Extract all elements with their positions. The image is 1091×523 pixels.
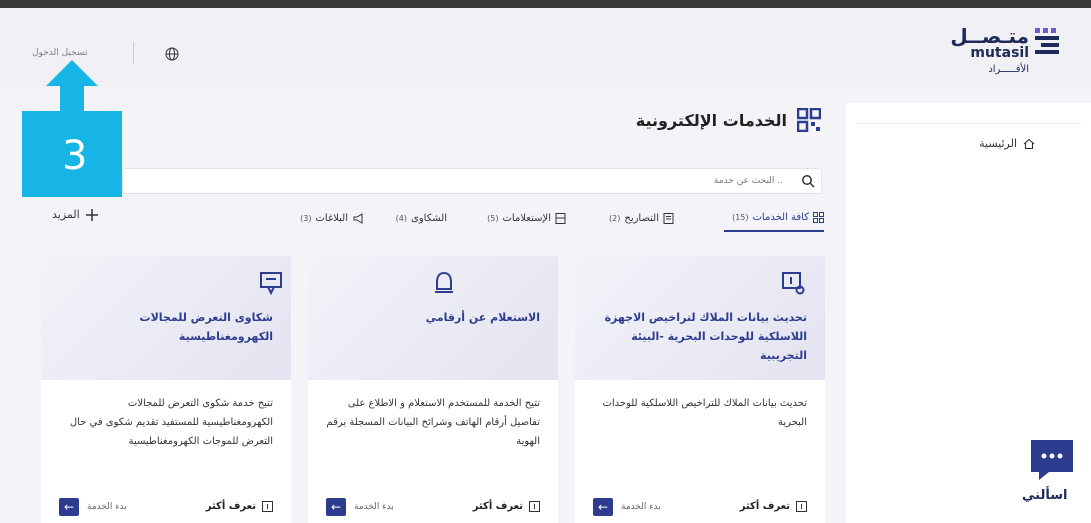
- start-service-button[interactable]: ← بدء الخدمة: [593, 498, 661, 516]
- search-icon[interactable]: [801, 174, 815, 188]
- service-card: تحديث بيانات الملاك لتراخيص الاجهزة اللا…: [575, 256, 825, 523]
- learn-more-link[interactable]: تعرف أكثر: [473, 501, 540, 512]
- tab-permits[interactable]: (2) التصاريح: [609, 204, 674, 232]
- start-service-label: بدء الخدمة: [87, 502, 127, 512]
- tab-label: البلاغات: [315, 212, 349, 224]
- tab-count: (4): [395, 213, 408, 223]
- start-service-button[interactable]: ← بدء الخدمة: [326, 498, 394, 516]
- monitor-icon: [260, 272, 282, 296]
- plus-icon: [85, 208, 98, 221]
- grid-icon: [797, 108, 821, 132]
- tab-label: الإستعلامات: [502, 212, 552, 224]
- card-description: تتيح خدمة شكوى التعرض للمجالات الكهرومغن…: [69, 398, 273, 447]
- card-title: تحديث بيانات الملاك لتراخيص الاجهزة اللا…: [604, 311, 807, 362]
- megaphone-icon: [353, 212, 363, 224]
- tab-count: (15): [732, 212, 749, 222]
- header-divider: [133, 42, 134, 64]
- chat-label[interactable]: اسألني: [1022, 488, 1067, 503]
- tab-label: التصاريح: [624, 212, 659, 224]
- card-title: شكاوى التعرض للمجالات الكهرومغناطيسية: [139, 311, 273, 343]
- inquiry-icon: [555, 212, 566, 224]
- arrow-left-icon: ←: [326, 498, 346, 516]
- info-icon: [796, 501, 807, 512]
- document-icon: [663, 212, 674, 224]
- bell-icon: [435, 271, 453, 293]
- service-card: شكاوى التعرض للمجالات الكهرومغناطيسية تت…: [41, 256, 291, 523]
- start-service-label: بدء الخدمة: [354, 502, 394, 512]
- tab-complaints[interactable]: (4) الشكاوى: [396, 204, 447, 232]
- tab-count: (2): [609, 213, 621, 223]
- logo-mark-icon: [1035, 28, 1059, 54]
- tab-inquiries[interactable]: (5) الإستعلامات: [487, 204, 566, 232]
- tab-count: (3): [300, 213, 312, 223]
- page-title: الخدمات الإلكترونية: [635, 110, 787, 130]
- sidebar-item-label: الرئيسية: [979, 137, 1017, 150]
- callout-number: 3: [62, 133, 88, 179]
- callout-arrow-icon: [46, 60, 98, 114]
- card-description: تتيح الخدمة للمستخدم الاستعلام و الاطلاع…: [326, 398, 540, 447]
- learn-more-label: تعرف أكثر: [739, 501, 790, 512]
- card-header: تحديث بيانات الملاك لتراخيص الاجهزة اللا…: [575, 256, 825, 380]
- card-header: الاستعلام عن أرقامي: [308, 256, 558, 380]
- card-title: الاستعلام عن أرقامي: [425, 311, 540, 324]
- start-service-label: بدء الخدمة: [621, 502, 661, 512]
- info-icon: [529, 501, 540, 512]
- learn-more-link[interactable]: تعرف أكثر: [740, 501, 807, 512]
- tab-count: (5): [487, 213, 499, 223]
- sidebar-divider: [856, 123, 1081, 124]
- tab-all-services[interactable]: (15) كافة الخدمات: [724, 204, 824, 232]
- service-card: الاستعلام عن أرقامي تتيح الخدمة للمستخدم…: [308, 256, 558, 523]
- grid-small-icon: [813, 211, 824, 223]
- arrow-left-icon: ←: [593, 498, 613, 516]
- top-strip: [0, 0, 1091, 8]
- logo-english: mutasil: [970, 45, 1029, 61]
- search-input[interactable]: [123, 169, 793, 193]
- search-box: [122, 168, 822, 194]
- step-callout: 3: [22, 111, 122, 197]
- more-button[interactable]: المزيد: [52, 208, 98, 221]
- chat-icon[interactable]: [1031, 440, 1073, 480]
- arrow-left-icon: ←: [59, 498, 79, 516]
- learn-more-label: تعرف أكثر: [472, 501, 523, 512]
- learn-more-link[interactable]: تعرف أكثر: [206, 501, 273, 512]
- tab-label: كافة الخدمات: [752, 211, 809, 223]
- logo-subtitle: الأفـــــراد: [988, 64, 1029, 75]
- login-link[interactable]: تسجيل الدخول: [32, 48, 87, 58]
- start-service-button[interactable]: ← بدء الخدمة: [59, 498, 127, 516]
- globe-icon[interactable]: [165, 47, 179, 61]
- card-description: تحديث بيانات الملاك للتراخيص اللاسلكية ل…: [602, 398, 807, 428]
- tab-reports[interactable]: (3) البلاغات: [300, 204, 364, 232]
- info-icon: [262, 501, 273, 512]
- tab-label: الشكاوى: [411, 212, 447, 224]
- settings-device-icon: [782, 272, 805, 295]
- mutasil-logo[interactable]: متـصــل mutasil الأفـــــراد: [950, 22, 1067, 78]
- header: متـصــل mutasil الأفـــــراد تسجيل الدخو…: [0, 8, 1091, 88]
- sidebar-item-home[interactable]: الرئيسية: [979, 137, 1035, 150]
- more-label: المزيد: [52, 208, 80, 221]
- learn-more-label: تعرف أكثر: [205, 501, 256, 512]
- page-header: الخدمات الإلكترونية: [636, 108, 821, 132]
- home-icon: [1023, 138, 1035, 149]
- card-header: شكاوى التعرض للمجالات الكهرومغناطيسية: [41, 256, 291, 380]
- service-tabs: (15) كافة الخدمات (2) التصاريح (5) الإست…: [40, 204, 824, 232]
